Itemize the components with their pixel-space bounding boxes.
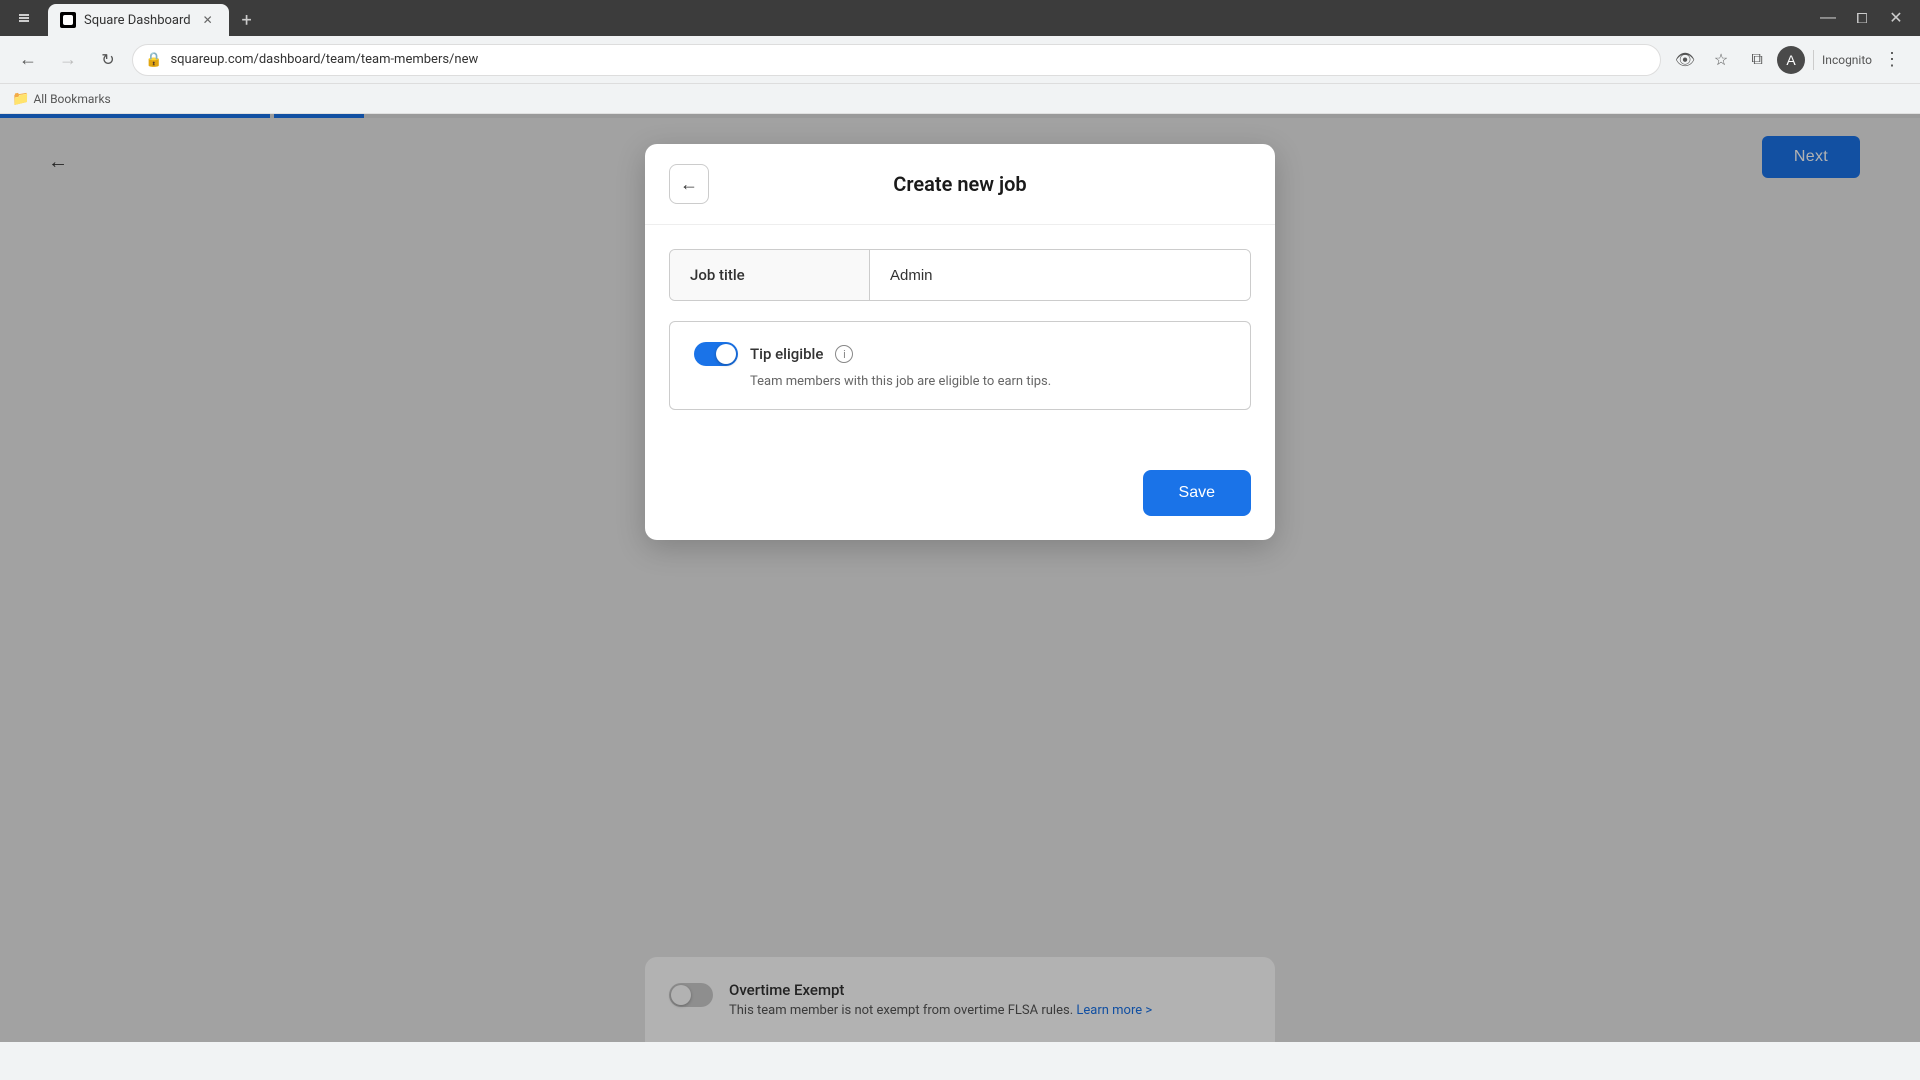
tab-list-button[interactable] [8, 2, 40, 34]
back-nav-button[interactable]: ← [12, 44, 44, 76]
forward-nav-button[interactable]: → [52, 44, 84, 76]
job-title-label: Job title [670, 250, 870, 300]
lock-icon: 🔒 [145, 52, 162, 68]
tip-info-icon[interactable]: i [835, 345, 853, 363]
reload-button[interactable]: ↻ [92, 44, 124, 76]
close-window-button[interactable]: ✕ [1880, 2, 1912, 34]
minimize-button[interactable]: — [1812, 2, 1844, 34]
url-text: squareup.com/dashboard/team/team-members… [170, 52, 1648, 67]
active-tab[interactable]: Square Dashboard ✕ [48, 4, 229, 36]
extension-button[interactable]: ⧉ [1741, 44, 1773, 76]
dialog-body: Job title Tip eligible i Team members wi… [645, 225, 1275, 454]
restore-button[interactable]: ⧠ [1846, 2, 1878, 34]
tip-eligible-toggle[interactable] [694, 342, 738, 366]
dialog-footer: Save [645, 454, 1275, 540]
eye-slash-icon[interactable]: 👁 [1669, 44, 1701, 76]
tab-label: Square Dashboard [84, 13, 191, 28]
create-job-dialog: ← Create new job Job title [645, 144, 1275, 540]
bookmark-star-button[interactable]: ☆ [1705, 44, 1737, 76]
tip-eligible-label: Tip eligible [750, 345, 823, 363]
toggle-knob [716, 344, 736, 364]
menu-button[interactable]: ⋮ [1876, 44, 1908, 76]
modal-overlay: ← Create new job Job title [0, 114, 1920, 1042]
profile-button[interactable]: A [1777, 46, 1805, 74]
bookmarks-label[interactable]: All Bookmarks [33, 92, 110, 106]
page-content: Overtime Exempt This team member is not … [0, 114, 1920, 1042]
job-title-row: Job title [669, 249, 1251, 301]
toolbar-divider [1813, 50, 1814, 70]
new-tab-button[interactable]: + [233, 6, 261, 34]
address-bar[interactable]: 🔒 squareup.com/dashboard/team/team-membe… [132, 44, 1661, 76]
tip-eligible-desc: Team members with this job are eligible … [694, 374, 1226, 389]
dialog-back-button[interactable]: ← [669, 164, 709, 204]
tip-eligible-box: Tip eligible i Team members with this jo… [669, 321, 1251, 410]
incognito-label: Incognito [1822, 53, 1872, 67]
tip-eligible-header: Tip eligible i [694, 342, 1226, 366]
job-title-input[interactable] [870, 250, 1250, 300]
dialog-header: ← Create new job [645, 144, 1275, 225]
tab-favicon [60, 12, 76, 28]
save-button[interactable]: Save [1143, 470, 1251, 516]
tab-close-button[interactable]: ✕ [199, 11, 217, 29]
dialog-title: Create new job [725, 172, 1195, 196]
bookmarks-folder-icon: 📁 [12, 91, 29, 107]
